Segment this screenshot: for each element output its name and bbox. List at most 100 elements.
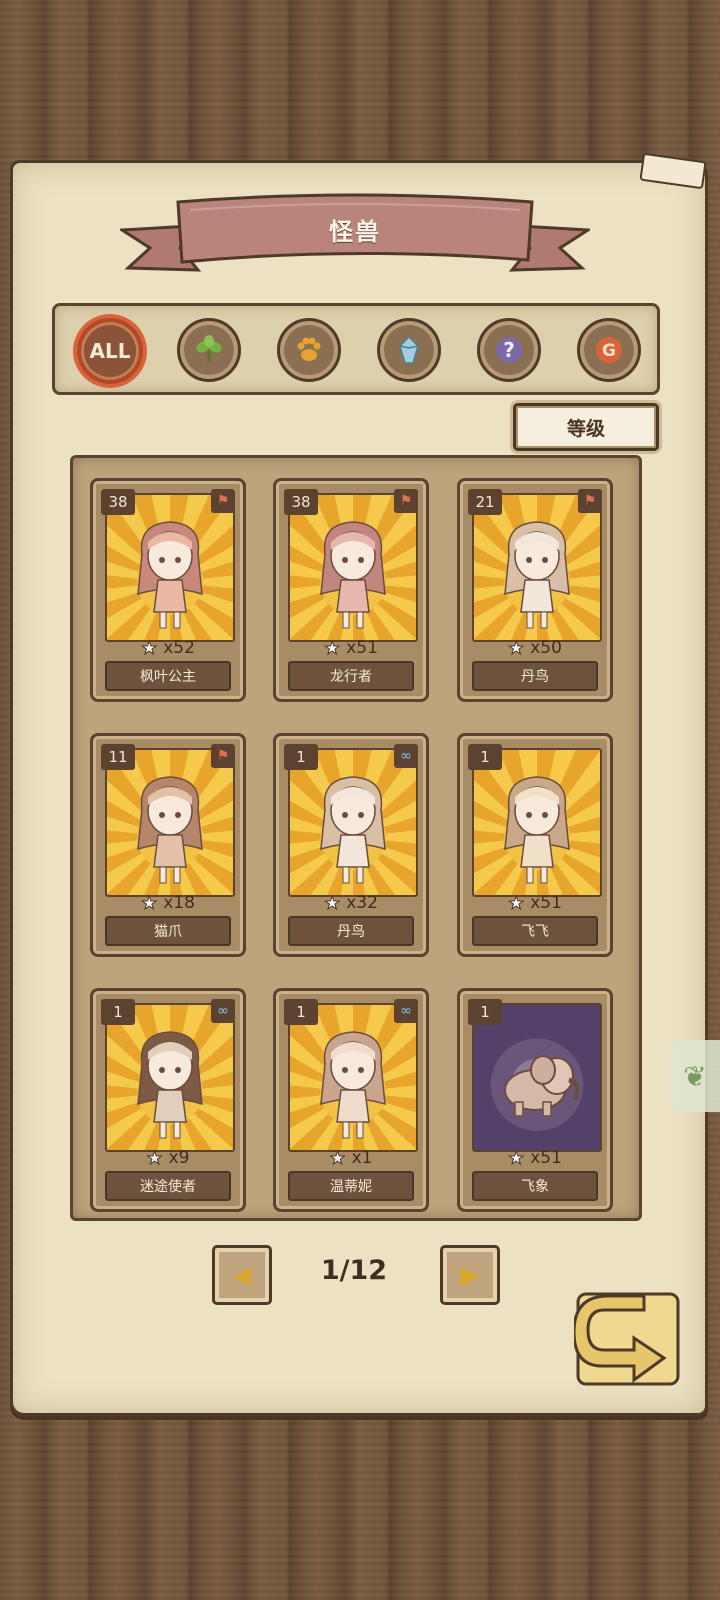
monster-name: 飞飞 [472, 916, 598, 946]
star-count: ★ x51 [460, 1146, 610, 1170]
character-figure [320, 776, 386, 884]
link-icon: ∞ [394, 999, 418, 1023]
monster-name: 飞象 [472, 1171, 598, 1201]
star-icon: ★ [141, 892, 158, 914]
star-icon: ★ [324, 892, 341, 914]
monster-card[interactable]: 1 ★ x51 飞飞 [457, 733, 613, 957]
link-icon: ∞ [394, 744, 418, 768]
monster-name: 迷途使者 [105, 1171, 231, 1201]
side-drawer-tab[interactable]: ❦ [670, 1040, 720, 1112]
monster-portrait [105, 1003, 235, 1152]
monster-name: 龙行者 [288, 661, 414, 691]
monster-portrait [105, 493, 235, 642]
monster-name: 温蒂妮 [288, 1171, 414, 1201]
filter-mineral-button[interactable] [377, 318, 441, 382]
leaf-icon [196, 335, 222, 362]
monster-card[interactable]: 38 ⚑ ★ x52 枫叶公主 [90, 478, 246, 702]
card-count: x18 [163, 893, 195, 913]
level-badge: 38 [101, 489, 135, 515]
star-icon: ★ [146, 1147, 163, 1169]
star-icon: ★ [324, 637, 341, 659]
level-badge: 1 [284, 744, 318, 770]
monster-portrait [472, 1003, 602, 1152]
monster-portrait [288, 748, 418, 897]
character-figure [504, 521, 570, 629]
triangle-right-icon: ▶ [460, 1261, 480, 1289]
monster-card[interactable]: 1 ∞ ★ x32 丹鸟 [273, 733, 429, 957]
filter-all-button[interactable]: ALL [77, 318, 143, 384]
card-count: x52 [163, 638, 195, 658]
star-count: ★ x18 [93, 891, 243, 915]
question-icon: ? [496, 337, 522, 363]
back-button[interactable] [572, 1290, 684, 1390]
character-figure [320, 521, 386, 629]
card-count: x50 [530, 638, 562, 658]
monster-card[interactable]: 1 ∞ ★ x9 迷途使者 [90, 988, 246, 1212]
svg-text:G: G [602, 341, 616, 361]
monster-card[interactable]: 1 ∞ ★ x1 温蒂妮 [273, 988, 429, 1212]
star-count: ★ x51 [460, 891, 610, 915]
monster-card[interactable]: 11 ⚑ ★ x18 猫爪 [90, 733, 246, 957]
star-count: ★ x1 [276, 1146, 426, 1170]
star-icon: ★ [329, 1147, 346, 1169]
monster-portrait [472, 493, 602, 642]
monster-card[interactable]: 1 ★ x51 飞象 [457, 988, 613, 1212]
monster-portrait [288, 493, 418, 642]
level-badge: 38 [284, 489, 318, 515]
filter-all-label: ALL [89, 339, 131, 363]
character-figure [320, 1031, 386, 1139]
level-badge: 21 [468, 489, 502, 515]
flag-icon: ⚑ [211, 744, 235, 768]
level-badge: 1 [468, 744, 502, 770]
monster-portrait [472, 748, 602, 897]
star-icon: ★ [508, 892, 525, 914]
filter-gold-button[interactable]: G [577, 318, 641, 382]
monster-portrait [105, 748, 235, 897]
star-icon: ★ [141, 637, 158, 659]
character-figure [137, 521, 203, 629]
link-icon: ∞ [211, 999, 235, 1023]
monster-portrait [288, 1003, 418, 1152]
leaf-branch-icon: ❦ [683, 1059, 707, 1093]
monster-name: 丹鸟 [472, 661, 598, 691]
card-count: x9 [168, 1148, 190, 1168]
card-count: x32 [346, 893, 378, 913]
triangle-left-icon: ◀ [232, 1261, 252, 1289]
star-count: ★ x50 [460, 636, 610, 660]
flag-icon: ⚑ [578, 489, 602, 513]
star-icon: ★ [508, 1147, 525, 1169]
level-badge: 1 [284, 999, 318, 1025]
svg-text:?: ? [503, 338, 515, 362]
g-coin-icon: G [596, 337, 622, 363]
card-count: x1 [351, 1148, 373, 1168]
monster-name: 猫爪 [105, 916, 231, 946]
page-indicator: 1/12 [320, 1255, 388, 1286]
level-badge: 1 [468, 999, 502, 1025]
star-icon: ★ [508, 637, 525, 659]
flag-icon: ⚑ [394, 489, 418, 513]
sort-label: 等级 [566, 417, 605, 440]
title-banner: 怪兽 [120, 190, 590, 290]
character-figure [504, 776, 570, 884]
monster-card[interactable]: 21 ⚑ ★ x50 丹鸟 [457, 478, 613, 702]
card-count: x51 [530, 1148, 562, 1168]
star-count: ★ x32 [276, 891, 426, 915]
filter-beast-button[interactable] [277, 318, 341, 382]
page-title: 怪兽 [329, 218, 381, 246]
character-figure [137, 1031, 203, 1139]
prev-page-button[interactable]: ◀ [212, 1245, 272, 1305]
next-page-button[interactable]: ▶ [440, 1245, 500, 1305]
elephant-figure [504, 1055, 579, 1118]
star-count: ★ x9 [93, 1146, 243, 1170]
sort-by-level-button[interactable]: 等级 [513, 403, 659, 451]
paw-icon [297, 337, 321, 361]
star-count: ★ x52 [93, 636, 243, 660]
monster-name: 丹鸟 [288, 916, 414, 946]
filter-unknown-button[interactable]: ? [477, 318, 541, 382]
character-figure [137, 776, 203, 884]
level-badge: 11 [101, 744, 135, 770]
monster-card[interactable]: 38 ⚑ ★ x51 龙行者 [273, 478, 429, 702]
monster-name: 枫叶公主 [105, 661, 231, 691]
star-count: ★ x51 [276, 636, 426, 660]
filter-plant-button[interactable] [177, 318, 241, 382]
